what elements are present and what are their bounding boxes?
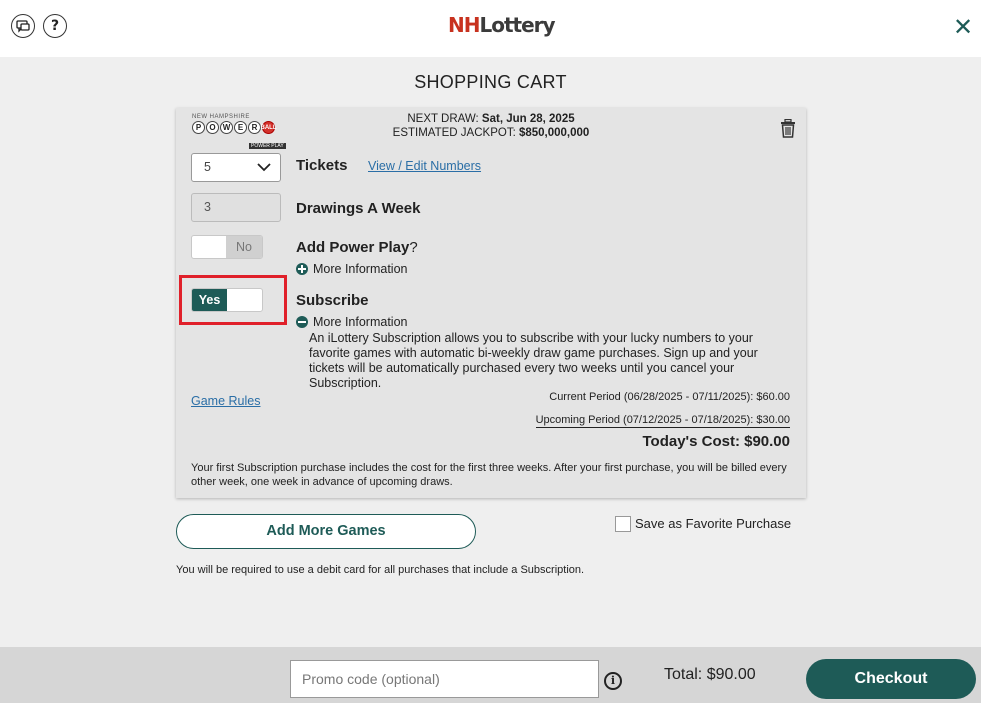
next-draw-value: Sat, Jun 28, 2025 xyxy=(481,113,575,125)
save-favorite-label[interactable]: Save as Favorite Purchase xyxy=(635,516,791,531)
game-logo-state: NEW HAMPSHIRE xyxy=(192,114,250,120)
subscribe-toggle-state: Yes xyxy=(192,289,227,311)
power-play-toggle-state: No xyxy=(226,236,262,258)
logo-ball: O xyxy=(206,121,219,134)
subscribe-label: Subscribe xyxy=(296,292,369,309)
power-play-more-info[interactable]: More Information xyxy=(296,262,407,276)
trash-icon[interactable] xyxy=(780,119,796,138)
cart-item-card: NEW HAMPSHIRE P O W E R BALL POWER PLAY … xyxy=(176,108,806,498)
logo-ball: R xyxy=(248,121,261,134)
top-bar: ? NH Lottery ✕ xyxy=(0,0,981,57)
logo-nh: NH xyxy=(448,13,481,37)
chevron-down-icon xyxy=(257,163,271,172)
info-icon[interactable]: i xyxy=(604,672,622,690)
next-draw-label: NEXT DRAW: xyxy=(407,113,479,125)
power-play-label: Add Power Play? xyxy=(296,239,418,256)
order-total: Total: $90.00 xyxy=(664,666,756,683)
logo-ball: P xyxy=(192,121,205,134)
next-draw: NEXT DRAW: Sat, Jun 28, 2025 xyxy=(376,112,606,126)
game-logo-balls: P O W E R BALL xyxy=(192,121,292,134)
subscription-billing-note: Your first Subscription purchase include… xyxy=(191,462,787,488)
tickets-quantity-value: 5 xyxy=(204,160,211,174)
help-icon[interactable]: ? xyxy=(43,14,67,38)
current-period: Current Period (06/28/2025 - 07/11/2025)… xyxy=(549,391,790,403)
subscription-description: An iLottery Subscription allows you to s… xyxy=(309,331,758,390)
drawings-per-week-field: 3 xyxy=(191,193,281,222)
upcoming-period: Upcoming Period (07/12/2025 - 07/18/2025… xyxy=(535,414,790,428)
logo-ball-red: BALL xyxy=(261,121,277,134)
save-favorite-checkbox[interactable] xyxy=(615,516,631,532)
power-play-label-suffix: ? xyxy=(409,239,418,256)
estimated-jackpot: ESTIMATED JACKPOT: $850,000,000 xyxy=(376,126,606,140)
chat-bubble-glyph xyxy=(16,19,30,33)
chat-bubble-icon[interactable] xyxy=(11,14,35,38)
power-play-more-info-text: More Information xyxy=(313,262,408,276)
checkout-bar: i Total: $90.00 Checkout xyxy=(0,647,981,703)
subscribe-toggle[interactable]: Yes xyxy=(191,288,263,312)
draw-info: NEXT DRAW: Sat, Jun 28, 2025 ESTIMATED J… xyxy=(376,112,606,140)
tickets-label: Tickets xyxy=(296,157,348,174)
logo-ball: W xyxy=(220,121,233,134)
jackpot-value: $850,000,000 xyxy=(518,127,590,139)
debit-card-note: You will be required to use a debit card… xyxy=(176,564,585,576)
plus-circle-icon xyxy=(296,263,308,275)
view-edit-numbers-link[interactable]: View / Edit Numbers xyxy=(368,159,481,173)
logo-ball: E xyxy=(234,121,247,134)
powerball-logo: NEW HAMPSHIRE P O W E R BALL POWER PLAY xyxy=(192,114,292,149)
add-more-games-button[interactable]: Add More Games xyxy=(176,514,476,549)
nh-lottery-logo[interactable]: NH Lottery xyxy=(448,12,556,38)
logo-lottery: Lottery xyxy=(479,13,555,37)
drawings-label: Drawings A Week xyxy=(296,200,421,217)
power-play-label-text: Add Power Play xyxy=(296,239,410,256)
close-icon[interactable]: ✕ xyxy=(953,14,973,40)
jackpot-label: ESTIMATED JACKPOT: xyxy=(392,127,516,139)
minus-circle-icon xyxy=(296,316,308,328)
page-title: SHOPPING CART xyxy=(414,72,567,92)
checkout-button[interactable]: Checkout xyxy=(806,659,976,699)
game-rules-link[interactable]: Game Rules xyxy=(191,394,260,408)
promo-code-input[interactable] xyxy=(290,660,599,698)
game-logo-power-play: POWER PLAY xyxy=(249,143,286,149)
subscribe-more-info[interactable]: More Information xyxy=(296,315,407,329)
subscribe-more-info-text: More Information xyxy=(313,315,408,329)
power-play-toggle[interactable]: No xyxy=(191,235,263,259)
todays-cost: Today's Cost: $90.00 xyxy=(642,433,790,450)
tickets-quantity-select[interactable]: 5 xyxy=(191,153,281,182)
